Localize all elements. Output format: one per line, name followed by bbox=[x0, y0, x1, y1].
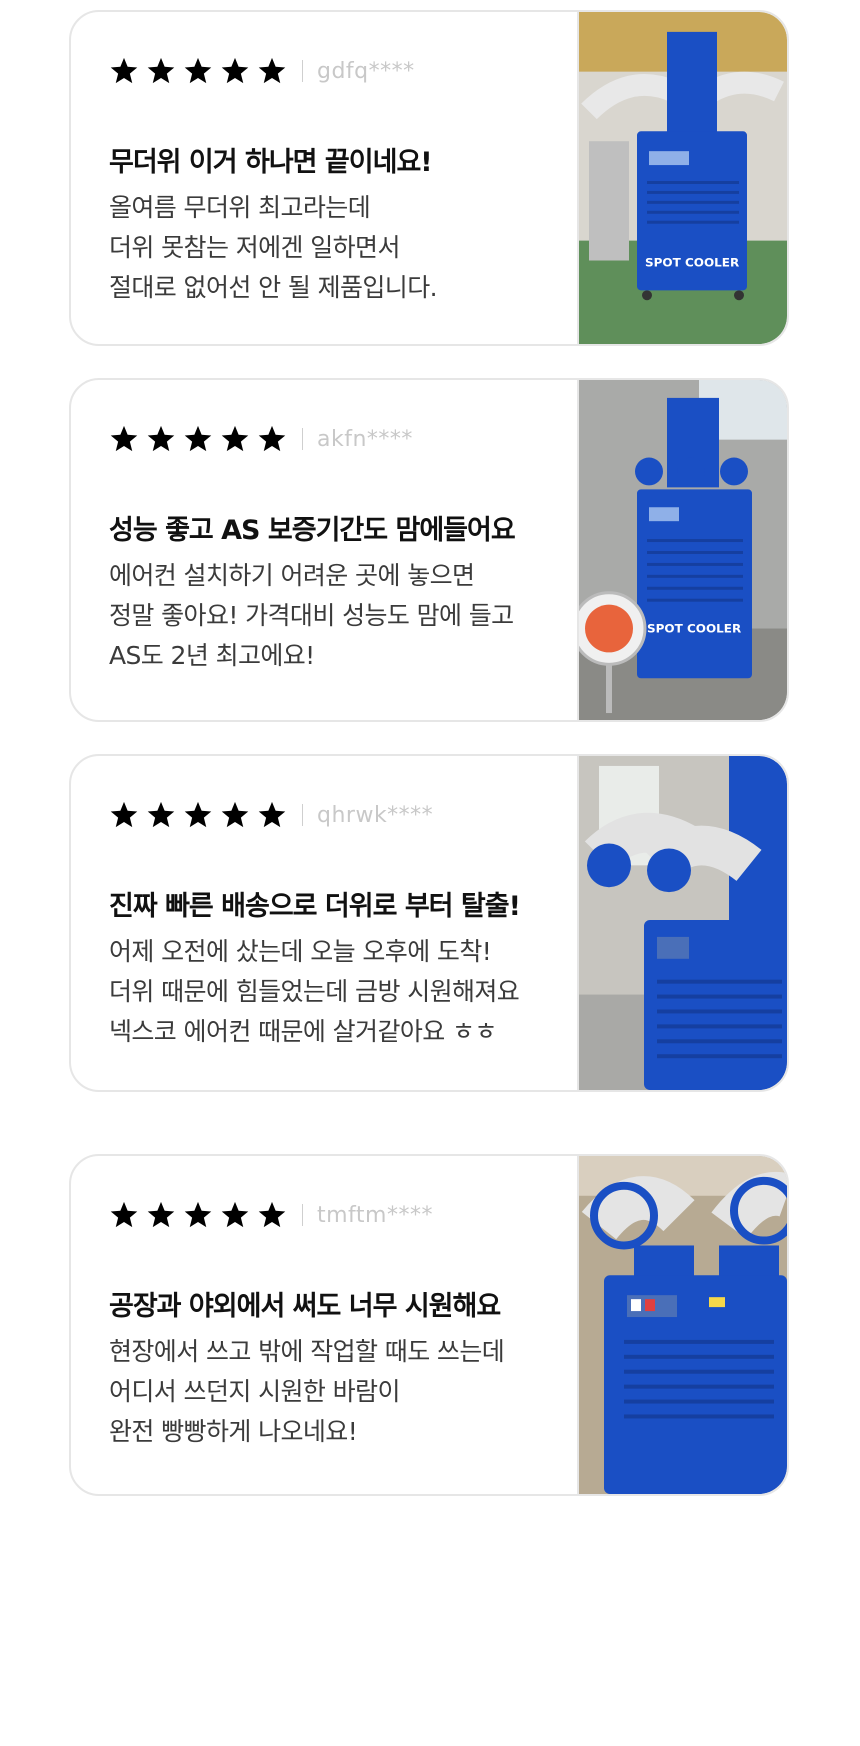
star-icon bbox=[109, 424, 139, 454]
product-photo bbox=[577, 756, 787, 1090]
star-icon bbox=[257, 800, 287, 830]
star-icon bbox=[220, 424, 250, 454]
reviewer-id: akfn**** bbox=[317, 426, 413, 452]
star-icon bbox=[183, 1200, 213, 1230]
star-icon bbox=[109, 56, 139, 86]
review-body: 올여름 무더위 최고라는데 더위 못참는 저에겐 일하면서 절대로 없어선 안 … bbox=[109, 188, 584, 308]
reviewer-id: qhrwk**** bbox=[317, 802, 434, 828]
review-line: AS도 2년 최고에요! bbox=[109, 641, 315, 670]
review-card: qhrwk**** 진짜 빠른 배송으로 더위로 부터 탈출! 어제 오전에 샀… bbox=[69, 754, 789, 1092]
review-line: 어제 오전에 샀는데 오늘 오후에 도착! bbox=[109, 937, 492, 966]
rating-stars: akfn**** bbox=[109, 424, 413, 454]
product-brand-label: SPOT COOLER bbox=[647, 622, 741, 636]
review-title: 무더위 이거 하나면 끝이네요! bbox=[109, 147, 433, 178]
star-icon bbox=[220, 800, 250, 830]
review-card: gdfq**** 무더위 이거 하나면 끝이네요! 올여름 무더위 최고라는데 … bbox=[69, 10, 789, 346]
product-photo: SPOT COOLER bbox=[577, 380, 787, 720]
star-icon bbox=[257, 424, 287, 454]
divider bbox=[302, 804, 303, 826]
star-icon bbox=[109, 800, 139, 830]
reviewer-id: tmftm**** bbox=[317, 1202, 433, 1228]
star-icon bbox=[146, 424, 176, 454]
product-photo: SPOT COOLER bbox=[577, 12, 787, 344]
star-icon bbox=[220, 1200, 250, 1230]
review-line: 완전 빵빵하게 나오네요! bbox=[109, 1417, 358, 1446]
review-line: 정말 좋아요! 가격대비 성능도 맘에 들고 bbox=[109, 601, 514, 630]
review-line: 절대로 없어선 안 될 제품입니다. bbox=[109, 273, 438, 302]
star-icon bbox=[257, 1200, 287, 1230]
review-card: akfn**** 성능 좋고 AS 보증기간도 맘에들어요 에어컨 설치하기 어… bbox=[69, 378, 789, 722]
review-body: 어제 오전에 샀는데 오늘 오후에 도착! 더위 때문에 힘들었는데 금방 시원… bbox=[109, 932, 584, 1052]
star-icon bbox=[257, 56, 287, 86]
review-body: 에어컨 설치하기 어려운 곳에 놓으면 정말 좋아요! 가격대비 성능도 맘에 … bbox=[109, 556, 584, 676]
review-line: 더위 못참는 저에겐 일하면서 bbox=[109, 233, 400, 262]
review-line: 더위 때문에 힘들었는데 금방 시원해져요 bbox=[109, 977, 520, 1006]
review-line: 올여름 무더위 최고라는데 bbox=[109, 193, 371, 222]
divider bbox=[302, 428, 303, 450]
star-icon bbox=[220, 56, 250, 86]
reviewer-id: gdfq**** bbox=[317, 58, 415, 84]
star-icon bbox=[183, 800, 213, 830]
star-icon bbox=[183, 56, 213, 86]
product-brand-label: SPOT COOLER bbox=[645, 256, 739, 270]
star-icon bbox=[109, 1200, 139, 1230]
rating-stars: qhrwk**** bbox=[109, 800, 433, 830]
review-line: 어디서 쓰던지 시원한 바람이 bbox=[109, 1377, 400, 1406]
divider bbox=[302, 60, 303, 82]
review-line: 에어컨 설치하기 어려운 곳에 놓으면 bbox=[109, 561, 475, 590]
star-icon bbox=[146, 800, 176, 830]
rating-stars: gdfq**** bbox=[109, 56, 415, 86]
product-photo bbox=[577, 1156, 787, 1494]
review-title: 성능 좋고 AS 보증기간도 맘에들어요 bbox=[109, 515, 516, 546]
review-body: 현장에서 쓰고 밖에 작업할 때도 쓰는데 어디서 쓰던지 시원한 바람이 완전… bbox=[109, 1332, 584, 1452]
rating-stars: tmftm**** bbox=[109, 1200, 433, 1230]
star-icon bbox=[146, 1200, 176, 1230]
review-card: tmftm**** 공장과 야외에서 써도 너무 시원해요 현장에서 쓰고 밖에… bbox=[69, 1154, 789, 1496]
review-title: 공장과 야외에서 써도 너무 시원해요 bbox=[109, 1291, 501, 1322]
review-line: 넥스코 에어컨 때문에 살거같아요 ㅎㅎ bbox=[109, 1017, 497, 1046]
review-line: 현장에서 쓰고 밖에 작업할 때도 쓰는데 bbox=[109, 1337, 505, 1366]
divider bbox=[302, 1204, 303, 1226]
review-title: 진짜 빠른 배송으로 더위로 부터 탈출! bbox=[109, 891, 521, 922]
star-icon bbox=[146, 56, 176, 86]
star-icon bbox=[183, 424, 213, 454]
